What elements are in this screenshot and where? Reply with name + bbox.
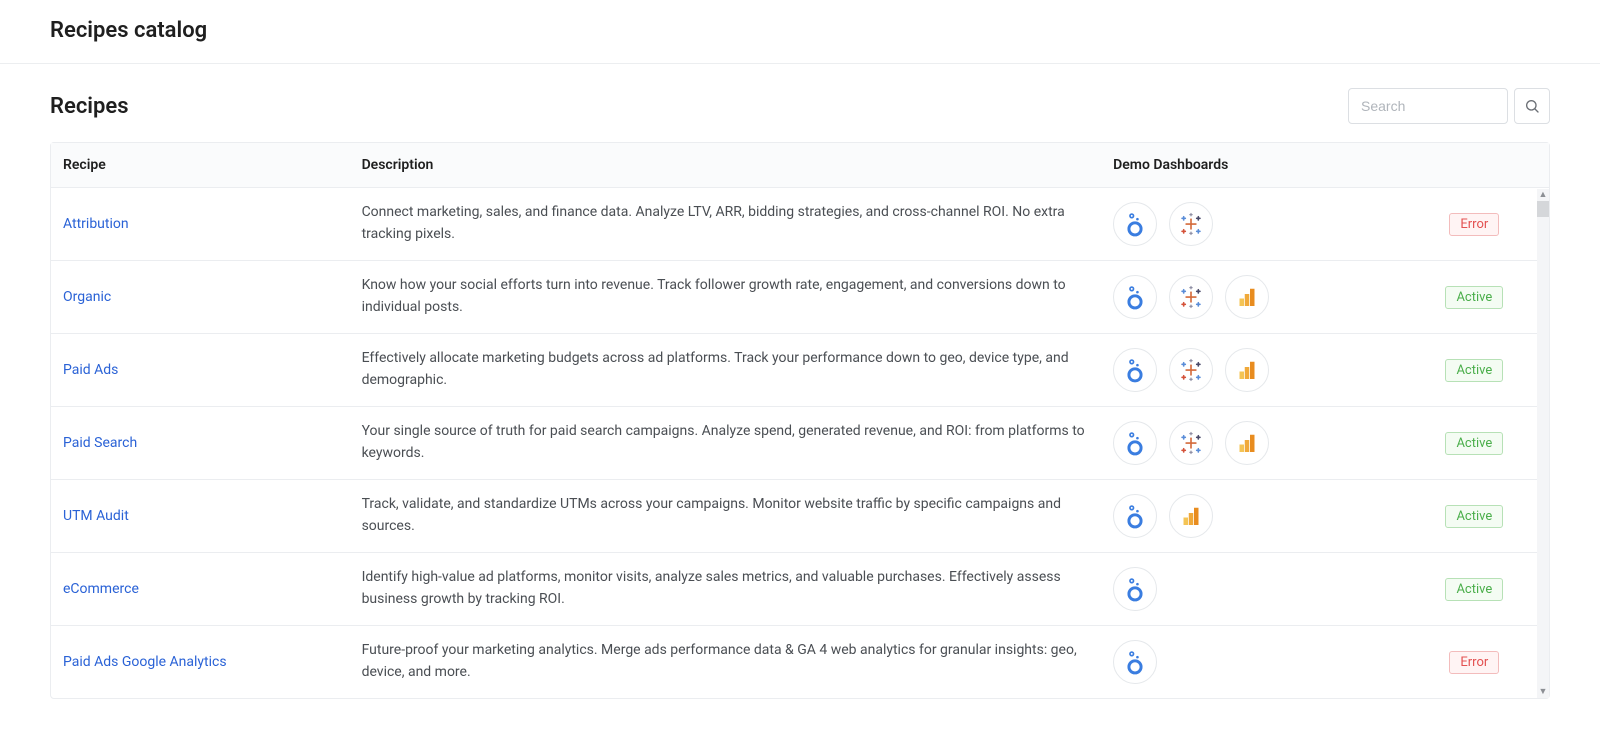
dashboard-icons <box>1113 567 1388 611</box>
status-badge: Active <box>1445 286 1503 309</box>
looker-icon[interactable] <box>1113 202 1157 246</box>
recipe-description: Connect marketing, sales, and finance da… <box>362 204 1065 242</box>
powerbi-icon[interactable] <box>1225 348 1269 392</box>
status-badge: Error <box>1449 651 1499 674</box>
tableau-icon[interactable] <box>1169 202 1213 246</box>
recipe-description: Know how your social efforts turn into r… <box>362 277 1066 315</box>
tableau-icon[interactable] <box>1169 348 1213 392</box>
section-title: Recipes <box>50 94 129 119</box>
recipe-link[interactable]: Paid Ads Google Analytics <box>63 654 227 670</box>
status-badge: Active <box>1445 505 1503 528</box>
looker-icon[interactable] <box>1113 494 1157 538</box>
recipe-link[interactable]: Attribution <box>63 216 129 232</box>
powerbi-icon[interactable] <box>1169 494 1213 538</box>
looker-icon[interactable] <box>1113 275 1157 319</box>
recipes-table: Recipe Description Demo Dashboards Attri… <box>51 143 1549 698</box>
recipe-description: Track, validate, and standardize UTMs ac… <box>362 496 1061 534</box>
table-row: Paid Ads Effectively allocate marketing b… <box>51 334 1549 407</box>
status-badge: Active <box>1445 432 1503 455</box>
dashboard-icons <box>1113 421 1388 465</box>
table-row: Paid Ads Google Analytics Future-proof yo… <box>51 626 1549 699</box>
recipe-link[interactable]: Organic <box>63 289 111 305</box>
scrollbar-track[interactable]: ▲ ▼ <box>1537 189 1549 698</box>
recipe-link[interactable]: Paid Search <box>63 435 137 451</box>
scroll-up-arrow[interactable]: ▲ <box>1537 189 1549 201</box>
col-header-dashboards: Demo Dashboards <box>1101 143 1400 188</box>
dashboard-icons <box>1113 494 1388 538</box>
looker-icon[interactable] <box>1113 348 1157 392</box>
recipe-description: Future-proof your marketing analytics. M… <box>362 642 1077 680</box>
looker-icon[interactable] <box>1113 567 1157 611</box>
recipes-table-wrap: Recipe Description Demo Dashboards Attri… <box>50 142 1550 699</box>
table-row: UTM Audit Track, validate, and standardiz… <box>51 480 1549 553</box>
tableau-icon[interactable] <box>1169 421 1213 465</box>
table-row: Organic Know how your social efforts turn… <box>51 261 1549 334</box>
dashboard-icons <box>1113 275 1388 319</box>
looker-icon[interactable] <box>1113 640 1157 684</box>
col-header-status <box>1400 143 1549 188</box>
content-area: Recipes Recipe Description <box>0 64 1600 699</box>
status-badge: Active <box>1445 359 1503 382</box>
dashboard-icons <box>1113 348 1388 392</box>
status-badge: Active <box>1445 578 1503 601</box>
recipe-description: Your single source of truth for paid sea… <box>362 423 1085 461</box>
powerbi-icon[interactable] <box>1225 275 1269 319</box>
table-row: Paid Search Your single source of truth f… <box>51 407 1549 480</box>
recipe-link[interactable]: UTM Audit <box>63 508 129 524</box>
search-wrap <box>1348 88 1550 124</box>
search-button[interactable] <box>1514 88 1550 124</box>
status-badge: Error <box>1449 213 1499 236</box>
looker-icon[interactable] <box>1113 421 1157 465</box>
page-title: Recipes catalog <box>50 18 1550 43</box>
search-input[interactable] <box>1348 88 1508 124</box>
recipe-description: Identify high-value ad platforms, monito… <box>362 569 1061 607</box>
table-row: eCommerce Identify high-value ad platform… <box>51 553 1549 626</box>
tableau-icon[interactable] <box>1169 275 1213 319</box>
page-header: Recipes catalog <box>0 0 1600 64</box>
recipe-link[interactable]: Paid Ads <box>63 362 118 378</box>
dashboard-icons <box>1113 202 1388 246</box>
recipe-link[interactable]: eCommerce <box>63 581 139 597</box>
search-icon <box>1524 98 1540 114</box>
col-header-recipe: Recipe <box>51 143 350 188</box>
col-header-description: Description <box>350 143 1102 188</box>
powerbi-icon[interactable] <box>1225 421 1269 465</box>
subheader: Recipes <box>50 88 1550 124</box>
dashboard-icons <box>1113 640 1388 684</box>
scroll-down-arrow[interactable]: ▼ <box>1537 686 1549 698</box>
table-row: Attribution Connect marketing, sales, and… <box>51 188 1549 261</box>
recipe-description: Effectively allocate marketing budgets a… <box>362 350 1069 388</box>
scrollbar-thumb[interactable] <box>1537 201 1549 217</box>
